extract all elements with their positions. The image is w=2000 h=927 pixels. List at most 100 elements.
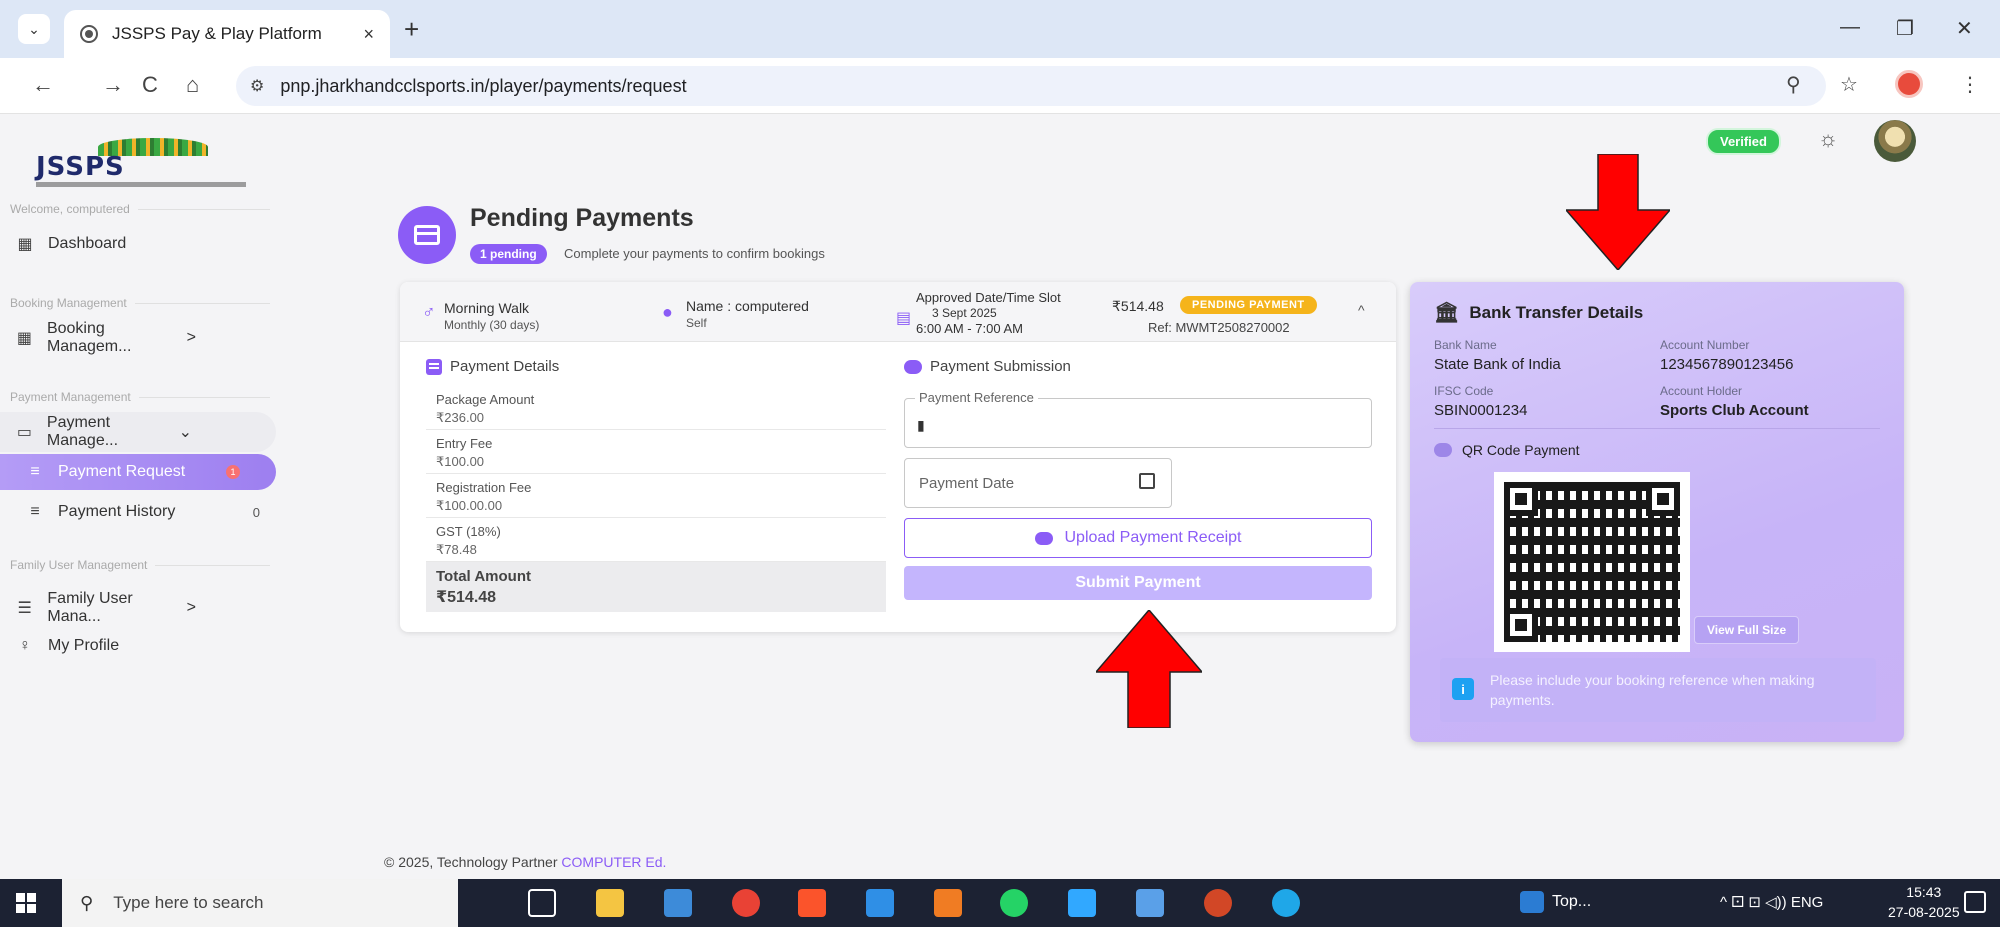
- activity-name: Morning Walk: [444, 300, 530, 316]
- ifsc-value: SBIN0001234: [1434, 402, 1528, 419]
- tab-title: JSSPS Pay & Play Platform: [112, 24, 322, 43]
- maximize-icon[interactable]: ❐: [1896, 16, 1914, 41]
- qr-code-pattern: [1504, 482, 1680, 642]
- chevron-up-icon[interactable]: ^: [1358, 302, 1365, 318]
- edge-icon[interactable]: [1272, 889, 1300, 917]
- new-tab-icon[interactable]: +: [404, 14, 419, 45]
- member-relation: Self: [686, 315, 707, 330]
- tab-search-menu-icon[interactable]: ⌄: [18, 14, 50, 44]
- sidebar-item-payment-request[interactable]: ≡ Payment Request 1: [0, 454, 276, 490]
- fee-total-row: Total Amount ₹514.48: [426, 562, 886, 612]
- sidebar-item-label: Booking Managem...: [46, 320, 132, 355]
- upload-receipt-button[interactable]: Upload Payment Receipt: [904, 518, 1372, 558]
- bookmark-star-icon[interactable]: ☆: [1840, 72, 1858, 97]
- windows-start-icon[interactable]: [16, 893, 36, 913]
- chrome-icon[interactable]: [732, 889, 760, 917]
- booking-summary-row[interactable]: ♂ Morning Walk Monthly (30 days) ● Name …: [400, 282, 1396, 342]
- window-close-icon[interactable]: ✕: [1956, 16, 1973, 41]
- fee-breakdown: Package Amount ₹236.00 Entry Fee ₹100.00…: [426, 386, 886, 612]
- list-icon: ≡: [30, 463, 40, 480]
- home-icon[interactable]: ⌂: [186, 72, 199, 98]
- bank-icon: 🏛: [1434, 302, 1460, 324]
- payment-note: i Please include your booking reference …: [1440, 658, 1876, 722]
- payment-date-field[interactable]: Payment Date: [904, 458, 1172, 508]
- chevron-right-icon: >: [186, 329, 196, 346]
- slot-date: 3 Sept 2025: [932, 306, 997, 321]
- whatsapp-icon[interactable]: [1000, 889, 1028, 917]
- chevron-down-icon: ⌄: [178, 424, 192, 441]
- minimize-icon[interactable]: —: [1840, 16, 1860, 39]
- vscode-icon[interactable]: [866, 889, 894, 917]
- pending-count-badge: 1 pending: [470, 244, 547, 264]
- account-number-label: Account Number: [1660, 338, 1750, 352]
- sidebar: JSSPS Welcome, computered ▦ Dashboard Bo…: [0, 114, 280, 879]
- forward-icon[interactable]: →: [102, 72, 124, 98]
- photoshop-icon[interactable]: [1068, 889, 1096, 917]
- view-full-size-button[interactable]: View Full Size: [1694, 616, 1800, 644]
- payment-details-title: Payment Details: [426, 358, 559, 375]
- notification-icon[interactable]: [1964, 891, 1986, 913]
- payment-reference-field[interactable]: Payment Reference ▮: [904, 390, 1372, 448]
- sidebar-item-payment-history[interactable]: ≡ Payment History 0: [14, 492, 276, 532]
- sidebar-item-booking[interactable]: ▦ Booking Managem... >: [14, 318, 276, 358]
- brave-icon[interactable]: [798, 889, 826, 917]
- partner-link[interactable]: COMPUTER Ed.: [561, 854, 666, 870]
- sidebar-item-label: Payment History: [58, 503, 176, 520]
- file-explorer-icon[interactable]: [596, 889, 624, 917]
- avatar[interactable]: [1874, 120, 1916, 162]
- reload-icon[interactable]: C: [142, 72, 158, 98]
- payment-history-count: 0: [252, 504, 260, 520]
- site-info-icon[interactable]: ⚙: [250, 76, 264, 96]
- task-view-icon[interactable]: [528, 889, 556, 917]
- sidebar-item-profile[interactable]: ♀ My Profile: [14, 626, 276, 666]
- list-icon: ≡: [30, 503, 40, 520]
- bank-name-value: State Bank of India: [1434, 356, 1561, 373]
- bank-transfer-title: 🏛 Bank Transfer Details: [1434, 302, 1644, 324]
- account-holder-label: Account Holder: [1660, 384, 1743, 398]
- jssps-logo[interactable]: JSSPS: [36, 138, 256, 190]
- page-subtitle: Complete your payments to confirm bookin…: [564, 246, 825, 261]
- activity-cell: Morning Walk Monthly (30 days): [444, 300, 539, 333]
- back-icon[interactable]: ←: [32, 72, 54, 98]
- system-tray[interactable]: ^ ⚀ ⊡ ◁)) ENG: [1720, 893, 1823, 911]
- grid-icon: ▦: [16, 330, 33, 347]
- wallet-icon: ▭: [16, 424, 32, 441]
- account-number-value: 1234567890123456: [1660, 356, 1794, 373]
- theme-toggle-icon[interactable]: ☼: [1818, 126, 1838, 152]
- taskbar: ⚲ Type here to search Top... ^ ⚀ ⊡ ◁)) E…: [0, 879, 2000, 927]
- taskbar-clock[interactable]: 15:43 27-08-2025: [1888, 883, 1960, 922]
- mail-icon[interactable]: [664, 889, 692, 917]
- person-icon: ●: [662, 302, 673, 322]
- extension-icon[interactable]: [1895, 70, 1923, 98]
- grid-icon: ▦: [17, 236, 33, 253]
- browser-tab[interactable]: JSSPS Pay & Play Platform ×: [64, 10, 390, 58]
- browser-menu-icon[interactable]: ⋮: [1960, 72, 1980, 97]
- payment-submission-title: Payment Submission: [904, 358, 1071, 375]
- slot-time: 6:00 AM - 7:00 AM: [916, 321, 1023, 337]
- submit-payment-button[interactable]: Submit Payment: [904, 566, 1372, 600]
- qr-code[interactable]: [1494, 472, 1690, 652]
- footer: © 2025, Technology Partner COMPUTER Ed.: [384, 854, 667, 870]
- cloud-upload-icon: [1034, 531, 1053, 545]
- payment-note-text: Please include your booking reference wh…: [1490, 672, 1815, 709]
- fee-row: Registration Fee ₹100.00.00: [426, 474, 886, 518]
- sidebar-item-payment[interactable]: ▭ Payment Manage... ⌄: [0, 412, 276, 452]
- sidebar-item-dashboard[interactable]: ▦ Dashboard: [14, 224, 276, 264]
- red-arrow-up-icon: [1096, 610, 1202, 728]
- status-badge: PENDING PAYMENT: [1180, 296, 1317, 314]
- menu-lines-icon: ☰: [17, 600, 32, 617]
- xampp-icon[interactable]: [934, 889, 962, 917]
- app-icon[interactable]: [1136, 889, 1164, 917]
- sidebar-item-family[interactable]: ☰ Family User Mana... >: [14, 588, 276, 628]
- url-input[interactable]: ⚙ pnp.jharkhandcclsports.in/player/payme…: [236, 66, 1826, 106]
- tab-close-icon[interactable]: ×: [363, 24, 374, 45]
- welcome-label: Welcome, computered: [10, 202, 270, 216]
- calendar-icon[interactable]: [1139, 473, 1155, 489]
- taskbar-active-app[interactable]: Top...: [1520, 891, 1591, 913]
- zoom-icon[interactable]: ⚲: [1786, 72, 1801, 97]
- logo-tagline-mark: [36, 182, 246, 187]
- powerpoint-icon[interactable]: [1204, 889, 1232, 917]
- address-bar: ← → C ⌂ ⚙ pnp.jharkhandcclsports.in/play…: [0, 58, 2000, 114]
- taskbar-search-input[interactable]: ⚲ Type here to search: [62, 879, 458, 927]
- section-payment-management: Payment Management: [10, 390, 270, 404]
